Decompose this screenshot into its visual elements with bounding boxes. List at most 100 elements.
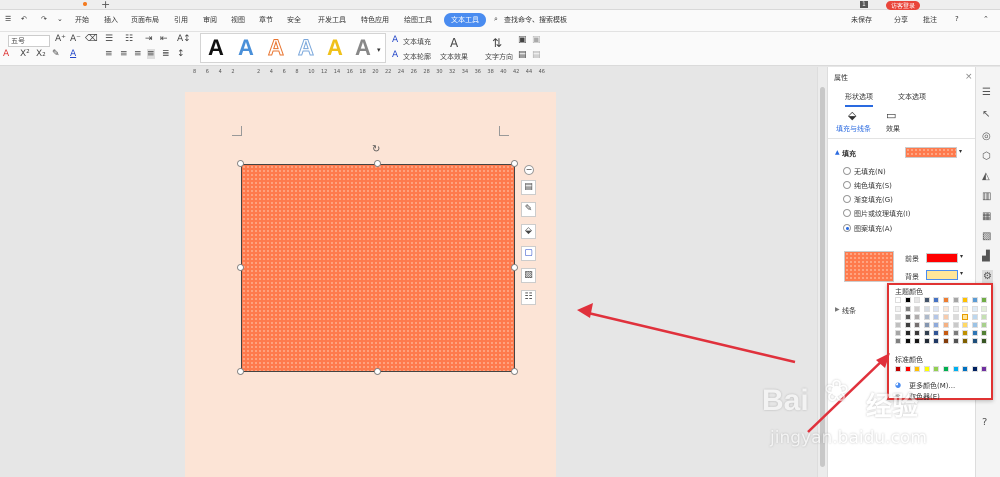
textbox-unlink-icon[interactable]: ▣ — [532, 35, 541, 45]
collapse-panel-icon[interactable]: ☰ — [982, 87, 991, 98]
tab-features[interactable]: 特色应用 — [361, 15, 389, 25]
theme-color-swatch[interactable] — [981, 322, 988, 328]
shape-icon[interactable]: ⬡ — [982, 151, 991, 162]
theme-color-swatch[interactable] — [933, 306, 940, 312]
fill-color-dropdown-icon[interactable]: ▾ — [959, 148, 962, 155]
theme-color-swatch[interactable] — [943, 338, 949, 344]
theme-color-swatch[interactable] — [981, 306, 988, 312]
text-direction-button[interactable]: 文字方向 — [485, 52, 513, 62]
tab-view[interactable]: 视图 — [231, 15, 245, 25]
tab-chapter[interactable]: 章节 — [259, 15, 273, 25]
theme-color-swatch[interactable] — [904, 306, 911, 312]
standard-color-swatch[interactable] — [981, 366, 988, 372]
align-left-icon[interactable]: ≡ — [105, 49, 113, 59]
theme-color-swatch[interactable] — [981, 297, 988, 303]
standard-color-swatch[interactable] — [904, 366, 911, 372]
theme-color-swatch[interactable] — [952, 297, 959, 303]
tab-shape-options[interactable]: 形状选项 — [845, 92, 873, 107]
style-blue-outline[interactable]: A — [298, 35, 315, 61]
theme-color-swatch[interactable] — [923, 338, 930, 344]
standard-color-swatch[interactable] — [962, 366, 969, 372]
theme-color-swatch[interactable] — [933, 322, 940, 328]
theme-color-swatch[interactable] — [923, 306, 930, 312]
standard-color-swatch[interactable] — [971, 366, 978, 372]
tab-insert[interactable]: 插入 — [104, 15, 118, 25]
theme-color-swatch[interactable] — [962, 330, 969, 336]
theme-color-swatch[interactable] — [952, 314, 959, 320]
distribute-icon[interactable]: ≣ — [162, 49, 170, 59]
theme-color-swatch[interactable] — [904, 297, 911, 303]
option-pattern-fill[interactable]: 图案填充(A) — [854, 224, 892, 234]
standard-color-swatch[interactable] — [933, 366, 940, 372]
grow-font-icon[interactable]: A⁺ — [55, 34, 66, 44]
effect-icon[interactable]: ▭ — [886, 109, 896, 122]
theme-color-swatch[interactable] — [895, 306, 901, 312]
theme-color-swatch[interactable] — [981, 314, 988, 320]
horizontal-ruler[interactable]: 8 6 4 2 2 4 6 8 10 12 14 16 18 20 22 24 26 28 30 32 34 36 38 40… — [185, 67, 557, 78]
tab-page-layout[interactable]: 页面布局 — [131, 15, 159, 25]
tab-review[interactable]: 审阅 — [203, 15, 217, 25]
fill-color-swatch[interactable] — [905, 147, 957, 158]
textbox-prev-icon[interactable]: ▤ — [518, 50, 527, 60]
theme-color-swatch[interactable] — [962, 314, 969, 320]
line-section-caret-icon[interactable]: ▶ — [835, 306, 840, 313]
tab-home[interactable]: 开始 — [75, 15, 89, 25]
subtab-fill-line[interactable]: 填充与线条 — [836, 124, 871, 134]
theme-color-swatch[interactable] — [895, 314, 901, 320]
theme-color-swatch[interactable] — [914, 314, 921, 320]
theme-color-swatch[interactable] — [923, 314, 930, 320]
resize-handle-mr[interactable] — [511, 264, 518, 271]
shape-outline-icon[interactable]: ▢ — [521, 246, 536, 261]
table-icon[interactable]: ▥ — [982, 191, 991, 202]
theme-color-swatch[interactable] — [933, 297, 940, 303]
unsaved-status[interactable]: 未保存 — [851, 15, 872, 25]
theme-color-swatch[interactable] — [923, 297, 930, 303]
outdent-icon[interactable]: ⇤ — [160, 34, 168, 44]
foreground-dropdown-icon[interactable]: ▾ — [960, 253, 963, 260]
theme-color-swatch[interactable] — [895, 322, 901, 328]
background-color-swatch[interactable] — [926, 270, 958, 280]
style-orange-outline[interactable]: A — [268, 35, 285, 61]
text-wrap-icon[interactable]: ☷ — [521, 290, 536, 305]
theme-color-swatch[interactable] — [962, 338, 969, 344]
tab-developer[interactable]: 开发工具 — [318, 15, 346, 25]
theme-color-swatch[interactable] — [943, 330, 949, 336]
text-direction-icon[interactable]: ⇅ — [492, 36, 502, 50]
theme-color-swatch[interactable] — [943, 306, 949, 312]
text-effect-icon[interactable]: A — [450, 36, 458, 50]
justify-icon[interactable]: ≡ — [147, 49, 155, 59]
collapse-float-toolbar-icon[interactable]: − — [524, 165, 534, 175]
theme-color-swatch[interactable] — [914, 338, 921, 344]
textbox-link-icon[interactable]: ▣ — [518, 35, 527, 45]
undo-icon[interactable]: ↶ — [21, 15, 27, 23]
chart-icon[interactable]: ▟ — [982, 251, 990, 262]
theme-color-swatch[interactable] — [933, 314, 940, 320]
quick-dropdown-icon[interactable]: ⌄ — [57, 15, 63, 23]
radio-solid-fill[interactable] — [843, 181, 851, 189]
resize-handle-bm[interactable] — [374, 368, 381, 375]
comment-button[interactable]: 批注 — [923, 15, 937, 25]
theme-color-swatch[interactable] — [981, 338, 988, 344]
theme-color-swatch[interactable] — [904, 322, 911, 328]
theme-color-swatch[interactable] — [895, 338, 901, 344]
theme-color-swatch[interactable] — [923, 322, 930, 328]
textbox-next-icon[interactable]: ▤ — [532, 50, 541, 60]
text-sort-icon[interactable]: A↕ — [177, 34, 191, 44]
settings-icon[interactable]: ⚙ — [982, 270, 993, 283]
search-icon[interactable]: ⌕ — [494, 15, 498, 24]
theme-color-swatch[interactable] — [971, 338, 978, 344]
theme-color-swatch[interactable] — [962, 297, 969, 303]
collapse-ribbon-icon[interactable]: ⌃ — [983, 15, 989, 23]
shrink-font-icon[interactable]: A⁻ — [70, 34, 81, 44]
resize-handle-tl[interactable] — [237, 160, 244, 167]
help-icon[interactable]: ? — [955, 15, 959, 23]
bullet-list-icon[interactable]: ☰ — [105, 34, 113, 44]
theme-color-swatch[interactable] — [895, 297, 901, 303]
resize-handle-tm[interactable] — [374, 160, 381, 167]
font-size-select[interactable]: 五号 — [8, 35, 50, 47]
theme-color-swatch[interactable] — [914, 330, 921, 336]
tab-text-options[interactable]: 文本选项 — [898, 92, 926, 102]
align-center-icon[interactable]: ≡ — [120, 49, 128, 59]
theme-color-swatch[interactable] — [914, 297, 921, 303]
theme-color-swatch[interactable] — [904, 330, 911, 336]
